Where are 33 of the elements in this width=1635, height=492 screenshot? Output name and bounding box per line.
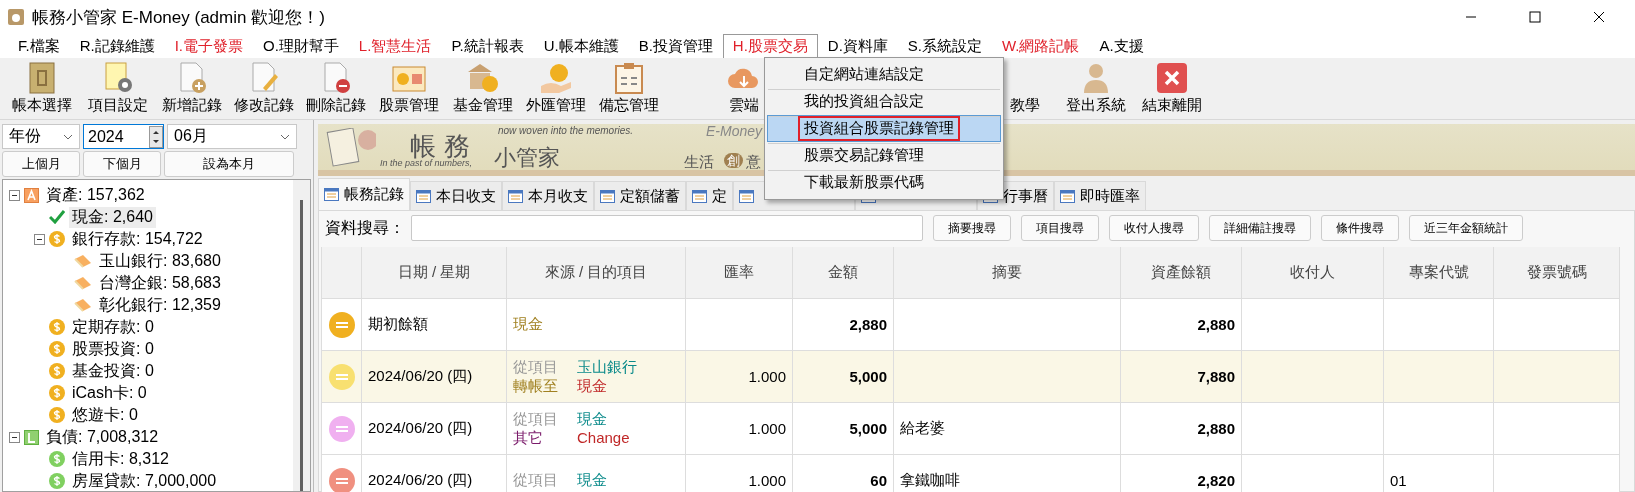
table-cell: 7,880 — [1121, 351, 1242, 403]
source-item: 現金 — [577, 409, 607, 429]
table-cell: 期初餘額 — [362, 299, 507, 351]
table-cell: 2,880 — [1121, 403, 1242, 455]
source-label: 轉帳至 — [513, 376, 559, 396]
source-item: 現金 — [577, 376, 607, 396]
banner-slogan: 意 — [746, 154, 761, 170]
source-label: 其它 — [513, 428, 544, 448]
table-cell: 1.000 — [686, 403, 793, 455]
banner-title: 務 — [444, 132, 470, 161]
banner-subtitle: 小管家 — [494, 146, 560, 170]
source-item: Change — [577, 428, 630, 448]
source-item: 現金 — [513, 315, 543, 334]
source-label: 從項目 — [513, 471, 559, 490]
table-cell: 給老婆 — [894, 403, 1121, 455]
table-cell: 2,880 — [1121, 299, 1242, 351]
source-label: 從項目 — [513, 409, 559, 429]
table-cell: 1.000 — [686, 351, 793, 403]
table-cell: 5,000 — [793, 351, 894, 403]
banner-tagline: now woven into the memories. — [498, 125, 634, 136]
table-cell: 2024/06/20 (四) — [362, 403, 507, 455]
window-title: 帳務小管家 E-Money (admin 歡迎您！) — [32, 6, 326, 29]
banner-slogan: 生活 — [684, 154, 714, 170]
source-item: 現金 — [577, 471, 607, 490]
source-label: 從項目 — [513, 357, 559, 377]
source-item: 玉山銀行 — [577, 357, 637, 377]
table-cell: 5,000 — [793, 403, 894, 455]
table-cell: 2024/06/20 (四) — [362, 351, 507, 403]
banner-slogan: 創 — [724, 154, 743, 169]
banner-brand: E-Money — [706, 124, 763, 140]
banner-tagline: In the past of numbers, — [380, 159, 473, 169]
search-label: 資料搜尋： — [324, 217, 405, 238]
table-cell: 2,880 — [793, 299, 894, 351]
